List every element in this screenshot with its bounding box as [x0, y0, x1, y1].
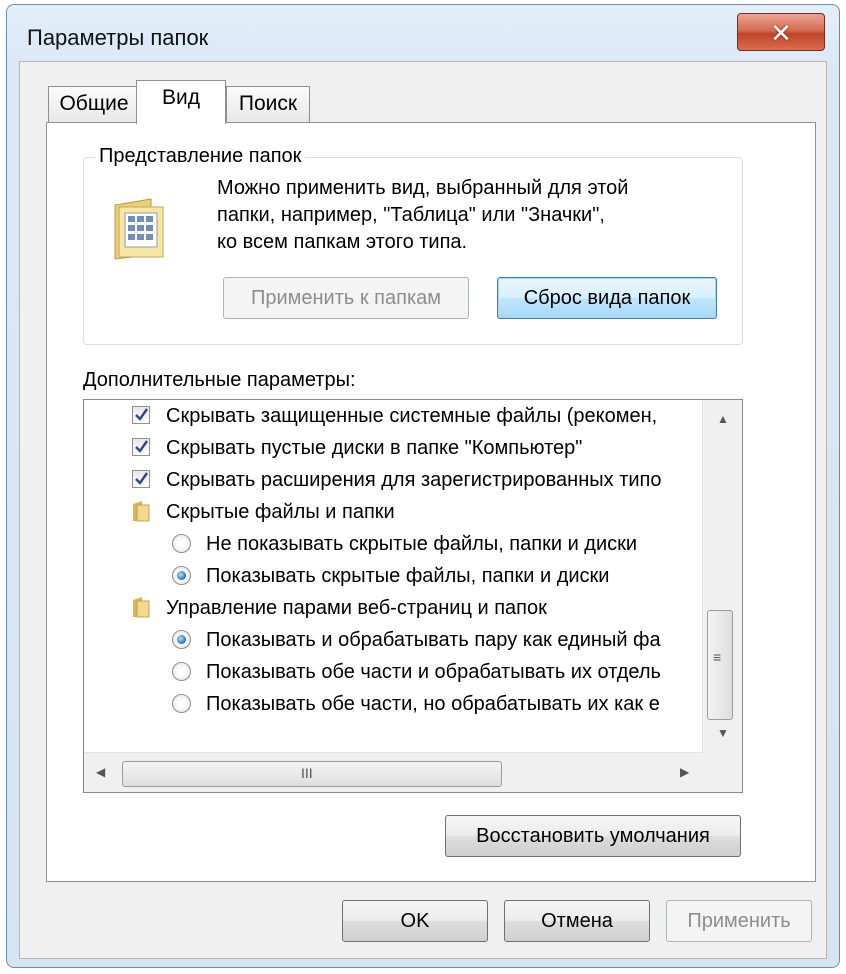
advanced-settings-label: Дополнительные параметры: — [83, 369, 356, 391]
close-icon: ✕ — [770, 18, 792, 48]
grip-icon: III — [301, 765, 313, 781]
vertical-scrollbar[interactable]: ▲ ≡ ▼ — [702, 400, 742, 752]
radio-unchecked[interactable] — [172, 534, 191, 553]
horizontal-scrollbar[interactable]: ◀ III ▶ — [84, 752, 702, 792]
apply-button[interactable]: Применить — [666, 900, 812, 942]
window-title: Параметры папок — [27, 25, 209, 50]
tab-search[interactable]: Поиск — [226, 86, 310, 122]
advanced-settings-list[interactable]: Скрывать защищенные системные файлы (рек… — [83, 399, 743, 793]
radio-checked[interactable] — [172, 566, 191, 585]
restore-defaults-button[interactable]: Восстановить умолчания — [445, 815, 741, 857]
tab-view[interactable]: Вид — [136, 80, 226, 124]
scroll-left-icon[interactable]: ◀ — [96, 765, 105, 779]
radio-checked[interactable] — [172, 630, 191, 649]
folder-view-icon — [114, 198, 164, 260]
description-line: ко всем папкам этого типа. — [217, 231, 468, 253]
reset-folders-button[interactable]: Сброс вида папок — [497, 277, 717, 319]
ok-button[interactable]: OK — [342, 900, 488, 942]
radio-unchecked[interactable] — [172, 662, 191, 681]
vertical-scroll-thumb[interactable]: ≡ — [707, 610, 733, 720]
view-tab-panel: Представление папок Можно применить вид,… — [46, 122, 816, 882]
folder-view-description: Можно применить вид, выбранный для этой … — [217, 175, 717, 256]
grip-icon: ≡ — [713, 649, 722, 665]
folder-icon — [133, 597, 150, 618]
cancel-button[interactable]: Отмена — [504, 900, 650, 942]
folder-view-group-label: Представление папок — [95, 145, 306, 168]
advanced-settings-items: Скрывать защищенные системные файлы (рек… — [84, 400, 702, 752]
radio-unchecked[interactable] — [172, 694, 191, 713]
checkbox-checked[interactable] — [132, 470, 150, 488]
checkbox-checked[interactable] — [132, 406, 150, 424]
dialog-client: Общие Вид Поиск Представление папок Можн… — [19, 61, 827, 959]
folder-icon — [133, 501, 150, 522]
description-line: папки, например, "Таблица" или "Значки", — [217, 204, 605, 226]
tab-general[interactable]: Общие — [48, 86, 140, 122]
scroll-down-icon[interactable]: ▼ — [717, 726, 729, 740]
close-button[interactable]: ✕ — [737, 13, 825, 51]
folder-options-window: Параметры папок ✕ Общие Вид Поиск Предст… — [6, 4, 840, 968]
scrollbar-corner — [702, 752, 742, 792]
apply-to-folders-button[interactable]: Применить к папкам — [223, 277, 469, 319]
description-line: Можно применить вид, выбранный для этой — [217, 177, 629, 199]
checkbox-checked[interactable] — [132, 438, 150, 456]
horizontal-scroll-thumb[interactable]: III — [122, 761, 502, 787]
scroll-up-icon[interactable]: ▲ — [717, 412, 729, 426]
scroll-right-icon[interactable]: ▶ — [680, 765, 689, 779]
